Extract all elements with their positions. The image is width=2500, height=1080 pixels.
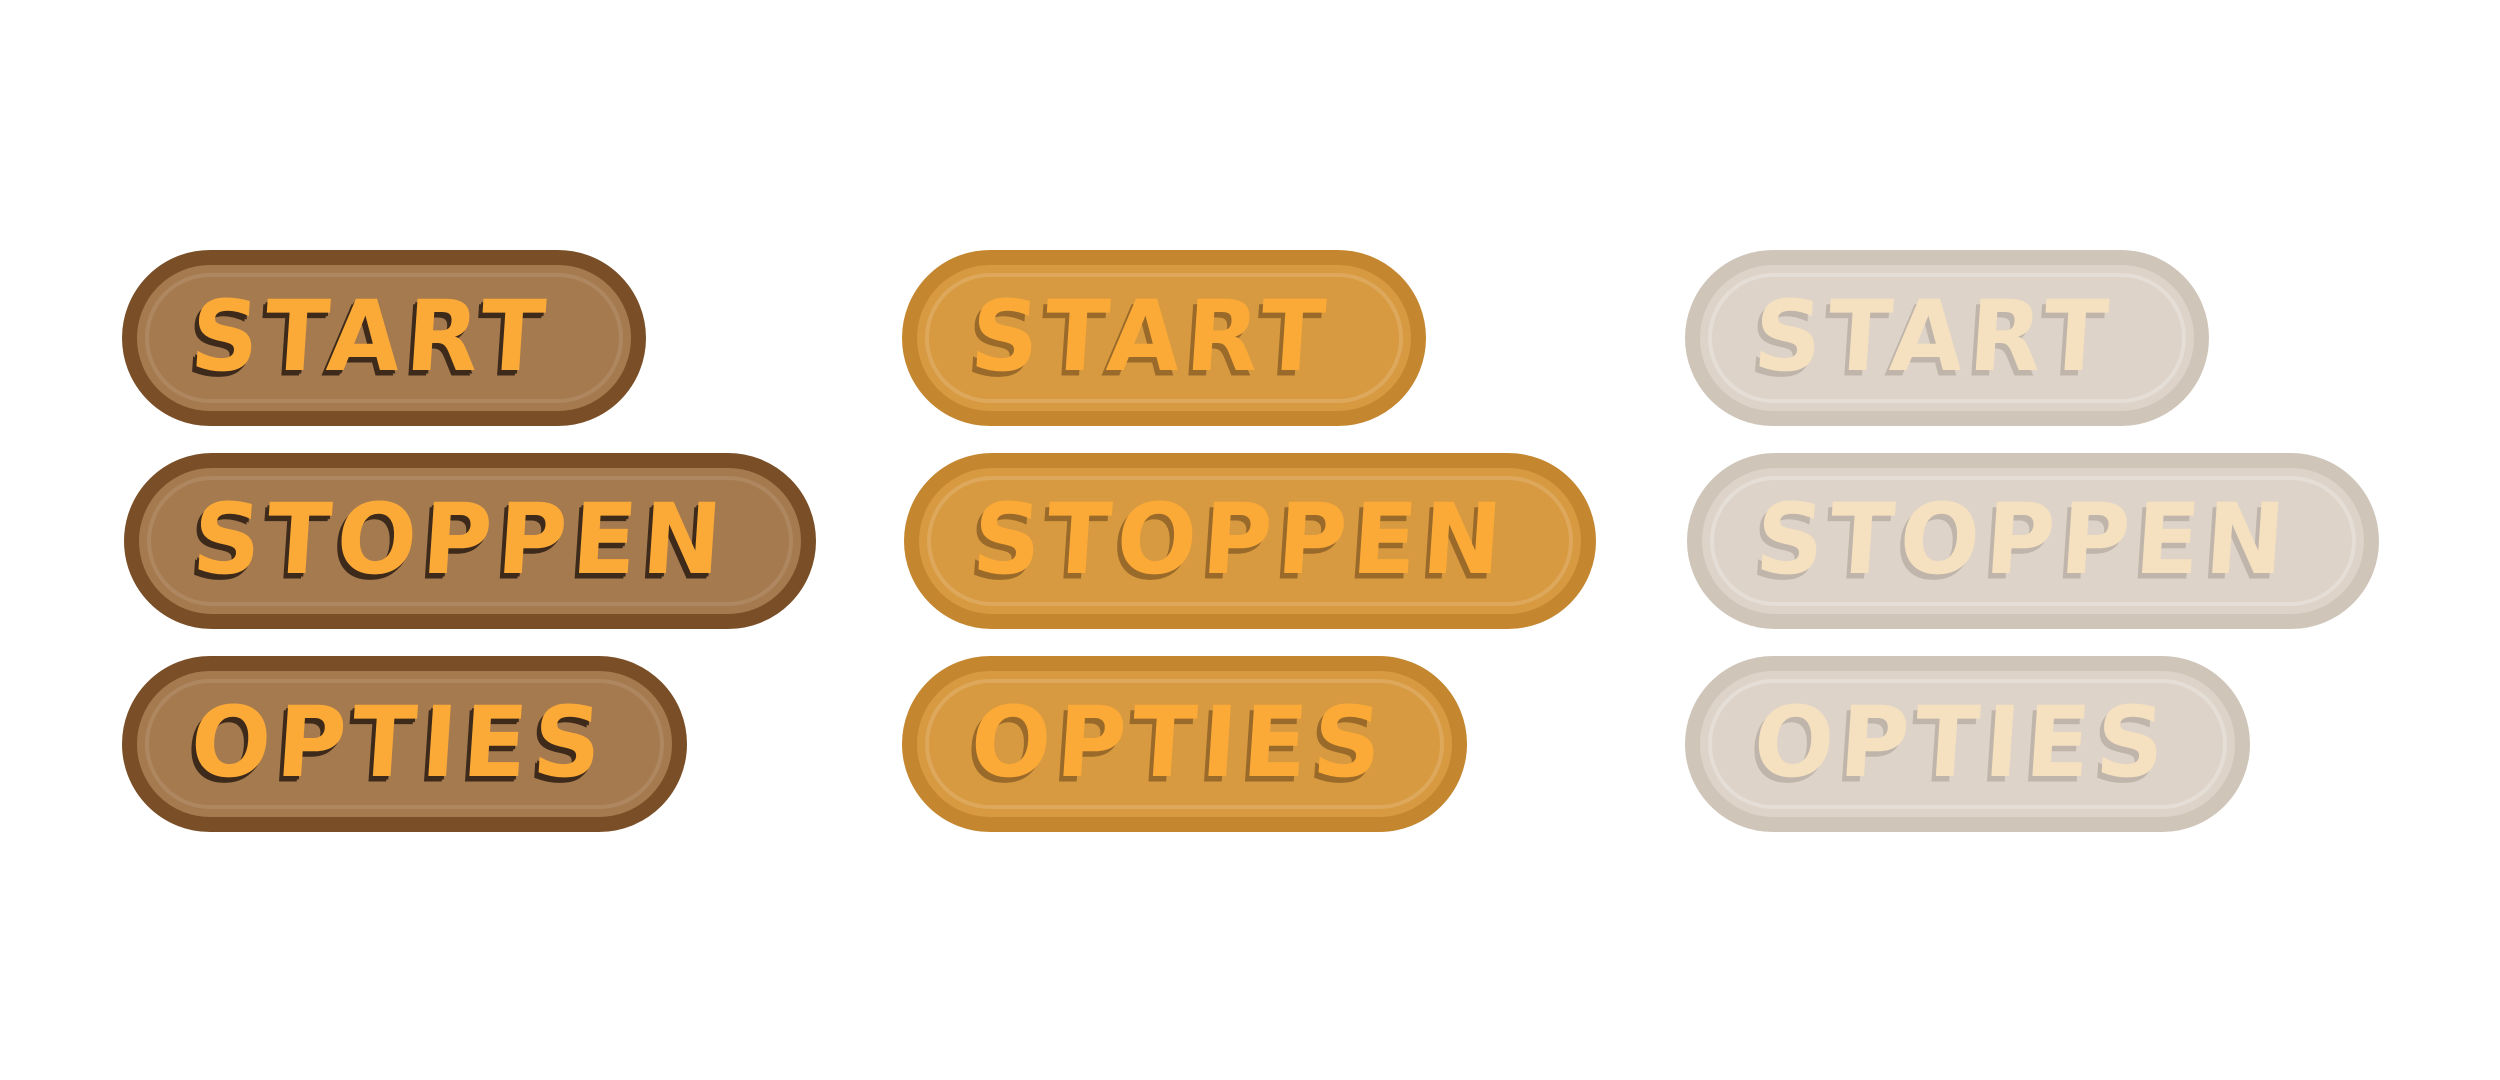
stoppen-button-normal[interactable]: STOPPEN [904,453,1596,629]
stoppen-button-disabled[interactable]: STOPPEN [1687,453,2379,629]
opties-label: OPTIES [187,686,611,801]
start-label: START [967,280,1335,395]
stoppen-label: STOPPEN [189,483,732,598]
opties-button-normal[interactable]: OPTIES [902,656,1467,832]
button-sheet: START STOPPEN OPTIES START STOPPEN OPTIE… [0,0,2500,1080]
start-button-disabled[interactable]: START [1685,250,2209,426]
start-button-normal[interactable]: START [902,250,1426,426]
start-label: START [187,280,555,395]
start-label: START [1750,280,2118,395]
opties-label: OPTIES [1750,686,2174,801]
opties-button-disabled[interactable]: OPTIES [1685,656,2250,832]
stoppen-button-dark[interactable]: STOPPEN [124,453,816,629]
opties-button-dark[interactable]: OPTIES [122,656,687,832]
stoppen-label: STOPPEN [1752,483,2295,598]
opties-label: OPTIES [967,686,1391,801]
stoppen-label: STOPPEN [969,483,1512,598]
start-button-dark[interactable]: START [122,250,646,426]
